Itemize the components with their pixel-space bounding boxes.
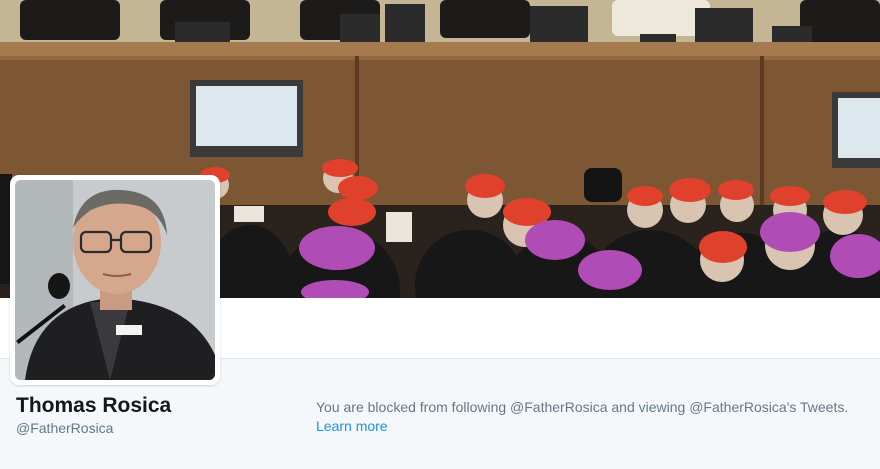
profile-handle: @FatherRosica <box>16 420 114 436</box>
blocked-message: You are blocked from following @FatherRo… <box>316 399 849 415</box>
profile-name: Thomas Rosica <box>16 394 172 417</box>
avatar-frame <box>10 175 220 385</box>
learn-more-link[interactable]: Learn more <box>316 418 388 434</box>
avatar[interactable] <box>15 180 215 380</box>
avatar-image <box>15 180 215 380</box>
